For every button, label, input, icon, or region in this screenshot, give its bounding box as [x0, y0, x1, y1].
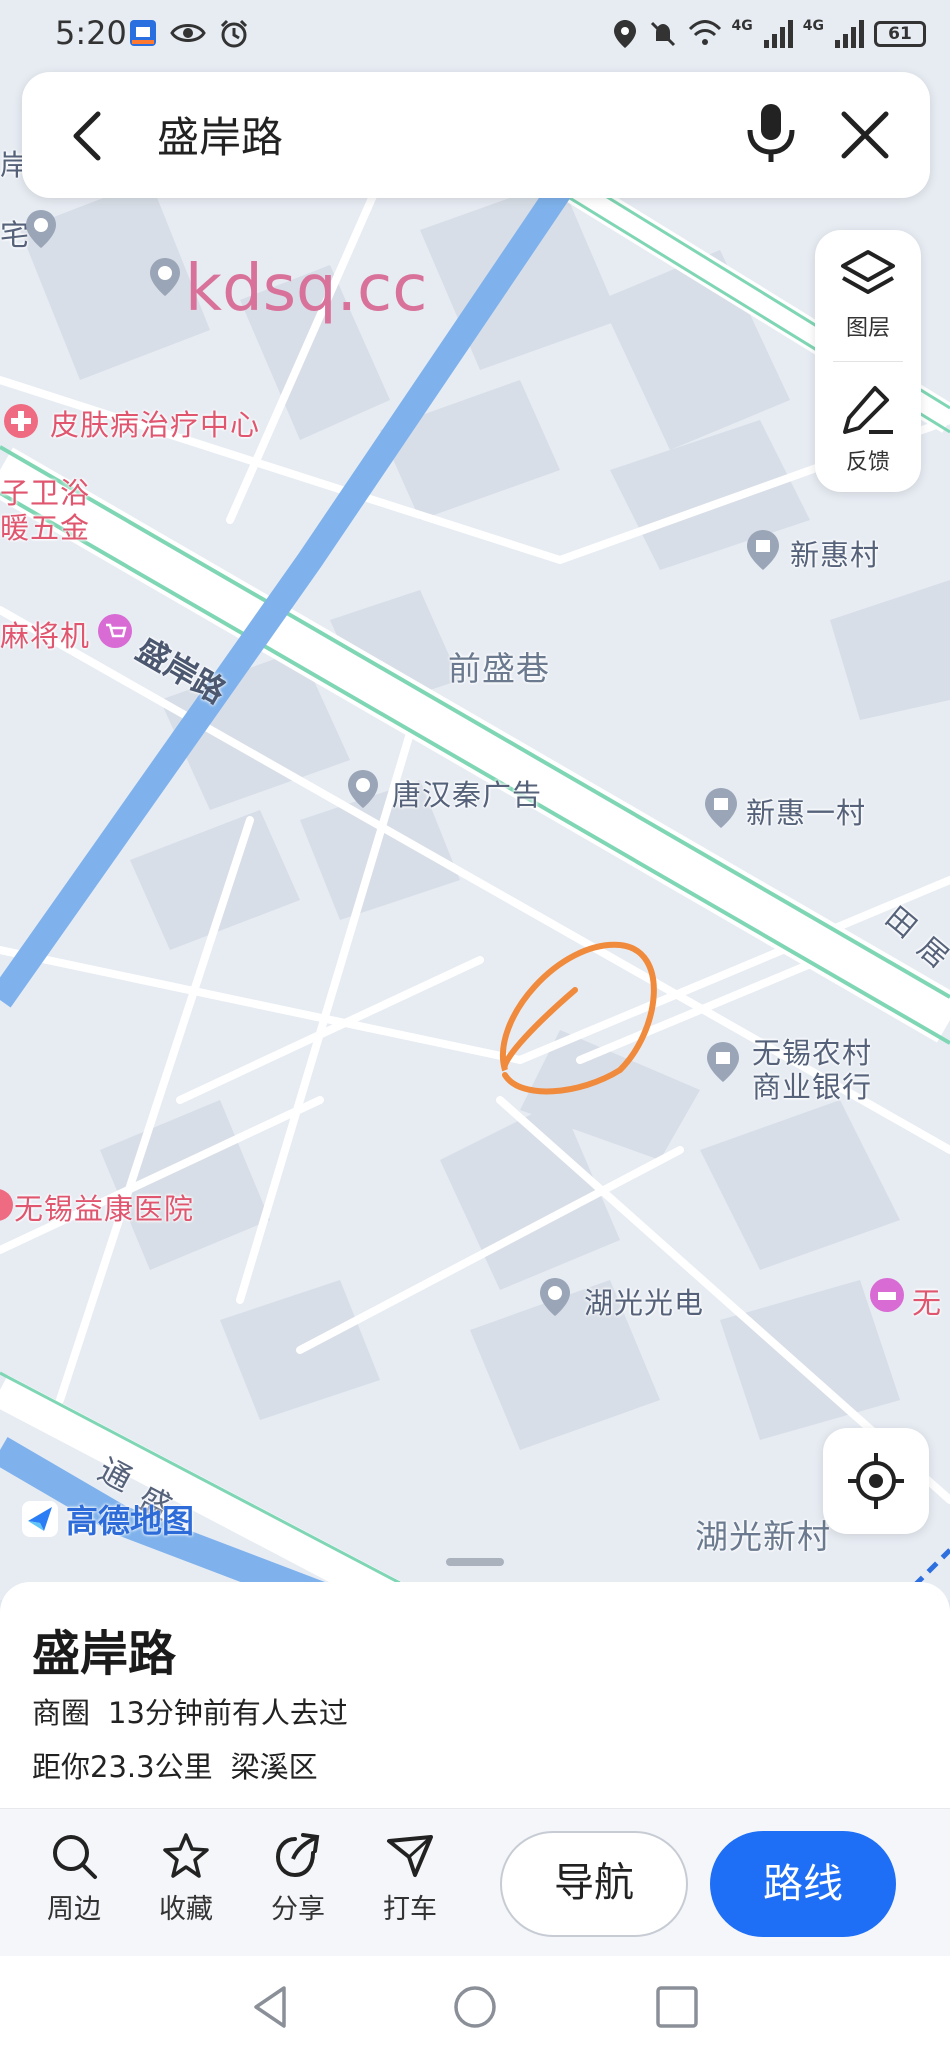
poi-pin[interactable]	[538, 1276, 572, 1318]
taxi-button[interactable]: 打车	[360, 1831, 460, 1926]
status-right-icons: 4G 4G 61	[612, 18, 926, 50]
place-pin-icon	[26, 210, 56, 248]
share-button[interactable]: 分享	[248, 1831, 348, 1926]
poi-skin-hospital[interactable]: 皮肤病治疗中心	[50, 402, 260, 444]
battery-indicator: 61	[874, 21, 926, 47]
favorite-label: 收藏	[159, 1894, 213, 1925]
status-bar: 5:20 4G 4G 61	[0, 0, 950, 70]
residential-pin[interactable]	[744, 528, 779, 570]
sheet-drag-handle[interactable]	[446, 1558, 504, 1566]
place-visited: 13分钟前有人去过	[108, 1696, 348, 1730]
amap-brand: 高德地图	[20, 1496, 194, 1542]
residential-pin[interactable]	[702, 786, 737, 828]
navigate-button[interactable]: 导航	[500, 1831, 688, 1937]
action-bar: 周边 收藏 分享 打车 导航 路线	[0, 1808, 950, 1956]
status-time: 5:20	[55, 14, 127, 52]
poi-wu[interactable]: 无	[912, 1280, 942, 1322]
poi-mahjong[interactable]: 麻将机	[0, 613, 90, 655]
signal-label-1: 4G	[731, 18, 753, 34]
place-category: 商圈	[32, 1696, 91, 1730]
shopping-cart-icon	[98, 614, 132, 648]
locate-me-button[interactable]	[823, 1428, 929, 1534]
nav-recents-icon[interactable]	[654, 1984, 700, 2030]
building-pin-icon	[705, 788, 737, 828]
app-notification-icon	[130, 20, 156, 46]
taxi-icon	[387, 1835, 433, 1877]
search-query[interactable]: 盛岸路	[157, 104, 283, 165]
favorite-button[interactable]: 收藏	[136, 1831, 236, 1926]
bank-pin[interactable]	[704, 1040, 739, 1082]
place-pin-icon	[348, 770, 378, 808]
place-info-sheet[interactable]: 盛岸路 商圈 13分钟前有人去过 距你23.3公里 梁溪区	[0, 1558, 950, 1810]
layers-icon	[841, 250, 895, 294]
amap-logo-icon	[22, 1501, 58, 1537]
map-controls-panel: 图层 反馈	[815, 230, 921, 492]
route-button[interactable]: 路线	[710, 1831, 896, 1937]
poi-pin[interactable]	[148, 256, 182, 298]
layers-label: 图层	[845, 316, 890, 341]
feedback-label: 反馈	[845, 450, 890, 475]
close-icon[interactable]	[834, 104, 896, 166]
layers-button[interactable]: 图层	[815, 230, 921, 350]
poi-huguang-electric[interactable]: 湖光光电	[584, 1280, 704, 1322]
crosshair-icon	[848, 1453, 904, 1509]
location-icon	[613, 20, 636, 48]
area-qianshengxiang: 前盛巷	[448, 649, 550, 688]
place-district: 梁溪区	[230, 1750, 318, 1784]
nearby-button[interactable]: 周边	[24, 1831, 124, 1926]
nav-home-icon[interactable]	[452, 1984, 498, 2030]
place-meta: 商圈 13分钟前有人去过	[32, 1690, 366, 1732]
map-view[interactable]: kdsq.cc 岸 宅 皮肤病治疗中心 子卫浴 暖五金 麻将机 盛岸路 新惠村 …	[0, 0, 950, 1600]
amap-brand-name: 高德地图	[66, 1502, 195, 1540]
place-distance-row: 距你23.3公里 梁溪区	[32, 1744, 336, 1786]
bank-pin-icon	[707, 1042, 739, 1082]
signal-bars-icon	[835, 20, 864, 48]
hotel-bed-icon	[870, 1278, 904, 1312]
poi-pin[interactable]	[346, 768, 380, 810]
shop-pin[interactable]	[96, 612, 132, 654]
medical-cross-icon	[4, 404, 38, 438]
feedback-button[interactable]: 反馈	[815, 364, 921, 484]
eye-icon	[170, 24, 206, 42]
share-icon	[275, 1833, 320, 1878]
hotel-pin[interactable]	[868, 1276, 904, 1318]
nav-back-icon[interactable]	[248, 1984, 294, 2030]
wifi-icon	[688, 20, 721, 45]
poi-bank-2[interactable]: 商业银行	[752, 1064, 872, 1106]
search-icon	[53, 1835, 97, 1879]
alarm-icon	[220, 19, 248, 48]
building-pin-icon	[747, 530, 779, 570]
place-pin-icon	[540, 1278, 570, 1316]
signal-bars-icon	[763, 20, 793, 48]
status-left-icons	[128, 18, 250, 50]
microphone-icon[interactable]	[740, 100, 802, 166]
edit-pen-icon	[843, 386, 893, 434]
back-arrow-icon[interactable]	[60, 106, 120, 166]
poi-bath-2[interactable]: 暖五金	[0, 505, 90, 547]
area-huguang-xincun: 湖光新村	[695, 1517, 831, 1556]
nearby-label: 周边	[47, 1894, 101, 1925]
place-pin-icon	[150, 258, 180, 296]
hospital-pin[interactable]	[2, 402, 38, 444]
panel-divider	[833, 361, 903, 362]
mute-bell-icon	[650, 21, 675, 47]
share-label: 分享	[271, 1894, 325, 1925]
star-icon	[163, 1833, 209, 1878]
poi-yikang-hospital[interactable]: 无锡益康医院	[14, 1186, 194, 1228]
system-nav-bar	[0, 1956, 950, 2058]
poi-tanghanqin[interactable]: 唐汉秦广告	[392, 772, 542, 814]
medical-cross-icon	[0, 1189, 13, 1221]
place-title: 盛岸路	[32, 1626, 177, 1682]
watermark-text: kdsq.cc	[185, 252, 428, 326]
poi-pin[interactable]	[24, 208, 58, 250]
poi-xinhuicun[interactable]: 新惠村	[790, 532, 880, 574]
place-distance: 距你23.3公里	[32, 1750, 213, 1784]
taxi-label: 打车	[383, 1894, 437, 1925]
signal-label-2: 4G	[802, 18, 824, 34]
search-bar[interactable]: 盛岸路	[22, 72, 930, 198]
poi-xinhuiyicun[interactable]: 新惠一村	[746, 790, 866, 832]
